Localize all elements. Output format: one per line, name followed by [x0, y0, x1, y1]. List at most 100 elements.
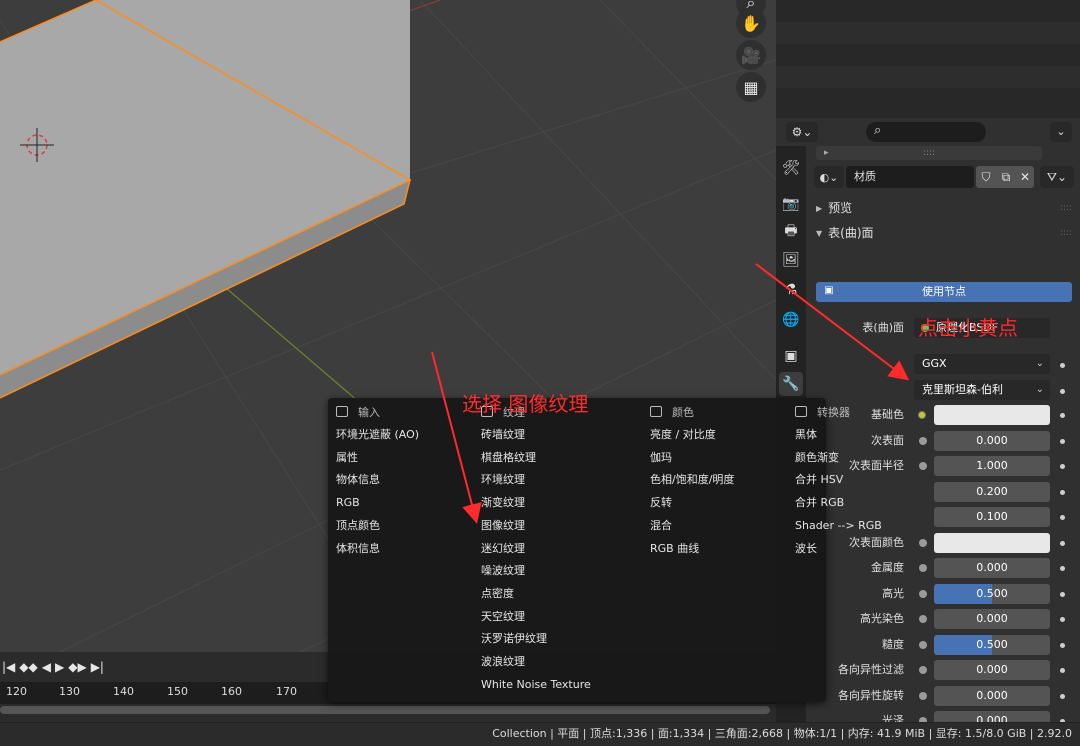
- unlink-material-icon[interactable]: ✕: [1016, 166, 1034, 188]
- material-browse-button[interactable]: ◐⌄: [814, 166, 844, 188]
- prev-keyframe-button[interactable]: ◆◆: [19, 660, 37, 674]
- grid-view-icon[interactable]: ▦: [736, 72, 766, 102]
- menu-item[interactable]: White Noise Texture: [481, 675, 591, 695]
- number-field[interactable]: 0.100: [934, 507, 1050, 527]
- preview-panel-header[interactable]: ▶ 预览 ::::: [808, 196, 1080, 220]
- surface-panel-header[interactable]: ▼ 表(曲)面 ::::: [808, 221, 1080, 245]
- outliner-row[interactable]: [776, 22, 1080, 44]
- menu-item[interactable]: 体积信息: [336, 539, 380, 559]
- menu-item[interactable]: 点密度: [481, 584, 514, 604]
- scene-tab-icon[interactable]: ⚗: [779, 278, 803, 302]
- menu-item[interactable]: 棋盘格纹理: [481, 448, 536, 468]
- input-socket-icon[interactable]: [919, 692, 927, 700]
- number-field[interactable]: 0.000: [934, 609, 1050, 629]
- input-socket-icon[interactable]: [919, 539, 927, 547]
- distribution-dropdown[interactable]: GGX ⌄: [914, 354, 1050, 374]
- number-field[interactable]: 0.000: [934, 558, 1050, 578]
- menu-item[interactable]: 合并 RGB: [795, 493, 844, 513]
- menu-item[interactable]: 迷幻纹理: [481, 539, 525, 559]
- options-dropdown-button[interactable]: ⌄: [1050, 122, 1072, 142]
- menu-item[interactable]: 伽玛: [650, 448, 672, 468]
- search-input[interactable]: ⌕: [866, 122, 986, 142]
- keyframe-dot-icon[interactable]: [1060, 617, 1065, 622]
- menu-item[interactable]: 波浪纹理: [481, 652, 525, 672]
- menu-item[interactable]: 环境光遮蔽 (AO): [336, 425, 419, 445]
- keyframe-dot-icon[interactable]: [1060, 464, 1065, 469]
- menu-item[interactable]: 波长: [795, 539, 817, 559]
- number-field[interactable]: 0.000: [934, 660, 1050, 680]
- menu-item[interactable]: RGB 曲线: [650, 539, 699, 559]
- outliner-row[interactable]: [776, 44, 1080, 66]
- camera-icon[interactable]: 🎥: [736, 40, 766, 70]
- subsurface-method-dropdown[interactable]: 克里斯坦森-伯利 ⌄: [914, 380, 1050, 400]
- number-field[interactable]: 0.000: [934, 431, 1050, 451]
- world-tab-icon[interactable]: 🌐: [779, 308, 803, 332]
- keyframe-dot-icon[interactable]: [1060, 363, 1065, 368]
- menu-item[interactable]: 砖墙纹理: [481, 425, 525, 445]
- jump-end-button[interactable]: ▶|: [91, 660, 104, 674]
- next-keyframe-button[interactable]: ◆▶: [68, 660, 86, 674]
- drag-handle-icon[interactable]: ::::: [1060, 196, 1072, 220]
- menu-item[interactable]: 环境纹理: [481, 470, 525, 490]
- menu-item[interactable]: 天空纹理: [481, 607, 525, 627]
- modifier-tab-icon[interactable]: 🔧: [779, 372, 803, 396]
- keyframe-dot-icon[interactable]: [1060, 439, 1065, 444]
- menu-item[interactable]: 色相/饱和度/明度: [650, 470, 734, 490]
- link-type-button[interactable]: ⛛⌄: [1040, 166, 1074, 188]
- menu-item[interactable]: RGB: [336, 493, 360, 513]
- menu-item[interactable]: 合并 HSV: [795, 470, 843, 490]
- output-tab-icon[interactable]: 🖶: [779, 220, 803, 244]
- menu-item[interactable]: 渐变纹理: [481, 493, 525, 513]
- keyframe-dot-icon[interactable]: [1060, 592, 1065, 597]
- input-socket-icon[interactable]: [919, 641, 927, 649]
- menu-item[interactable]: 反转: [650, 493, 672, 513]
- input-socket-icon[interactable]: [919, 462, 927, 470]
- input-socket-icon[interactable]: [919, 564, 927, 572]
- editor-type-button[interactable]: ⚙⌄: [786, 122, 818, 142]
- timeline-scrollbar[interactable]: [0, 706, 770, 714]
- keyframe-dot-icon[interactable]: [1060, 668, 1065, 673]
- play-button[interactable]: ▶: [55, 660, 64, 674]
- keyframe-dot-icon[interactable]: [1060, 541, 1065, 546]
- input-socket-icon[interactable]: [919, 666, 927, 674]
- play-reverse-button[interactable]: ◀: [42, 660, 51, 674]
- input-socket-icon[interactable]: [919, 437, 927, 445]
- menu-item[interactable]: 混合: [650, 516, 672, 536]
- use-nodes-button[interactable]: ▣ 使用节点: [816, 282, 1072, 302]
- panel-grip[interactable]: ▸ ::::: [816, 146, 1042, 160]
- number-field[interactable]: 0.200: [934, 482, 1050, 502]
- menu-item[interactable]: 沃罗诺伊纹理: [481, 629, 547, 649]
- tool-tab-icon[interactable]: 🛠: [779, 156, 803, 180]
- outliner-row[interactable]: [776, 66, 1080, 88]
- duplicate-material-icon[interactable]: ⧉: [996, 166, 1016, 188]
- jump-start-button[interactable]: |◀: [2, 660, 15, 674]
- outliner-row[interactable]: [776, 0, 1080, 22]
- yellow-socket-icon[interactable]: [918, 411, 926, 419]
- fake-user-shield-icon[interactable]: ⛉: [976, 166, 996, 188]
- color-field[interactable]: [934, 533, 1050, 553]
- keyframe-dot-icon[interactable]: [1060, 643, 1065, 648]
- input-socket-icon[interactable]: [919, 590, 927, 598]
- outliner[interactable]: [776, 0, 1080, 118]
- number-field[interactable]: 1.000: [934, 456, 1050, 476]
- menu-item[interactable]: 顶点颜色: [336, 516, 380, 536]
- keyframe-dot-icon[interactable]: [1060, 515, 1065, 520]
- color-field[interactable]: [934, 405, 1050, 425]
- view-layer-tab-icon[interactable]: 🖼: [779, 248, 803, 272]
- menu-item[interactable]: 图像纹理: [481, 516, 525, 536]
- number-field[interactable]: 0.000: [934, 686, 1050, 706]
- keyframe-dot-icon[interactable]: [1060, 490, 1065, 495]
- material-name-field[interactable]: 材质: [846, 166, 974, 188]
- menu-item[interactable]: 亮度 / 对比度: [650, 425, 716, 445]
- keyframe-dot-icon[interactable]: [1060, 566, 1065, 571]
- input-socket-icon[interactable]: [919, 615, 927, 623]
- keyframe-dot-icon[interactable]: [1060, 413, 1065, 418]
- object-tab-icon[interactable]: ▣: [779, 344, 803, 368]
- menu-item[interactable]: Shader --> RGB: [795, 516, 882, 536]
- keyframe-dot-icon[interactable]: [1060, 389, 1065, 394]
- hand-pan-icon[interactable]: ✋: [736, 8, 766, 38]
- menu-item[interactable]: 属性: [336, 448, 358, 468]
- keyframe-dot-icon[interactable]: [1060, 694, 1065, 699]
- drag-handle-icon[interactable]: ::::: [1060, 221, 1072, 245]
- menu-item[interactable]: 物体信息: [336, 470, 380, 490]
